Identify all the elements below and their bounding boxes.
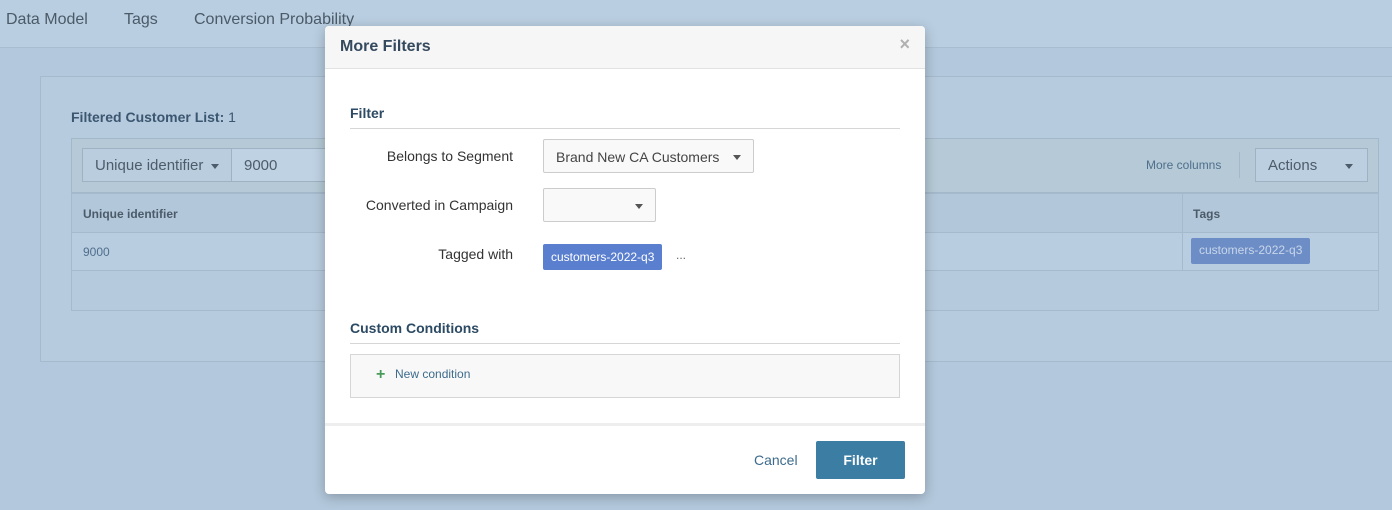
field-value-input[interactable]: 9000 xyxy=(231,148,331,182)
more-columns-link[interactable]: More columns xyxy=(1146,158,1221,172)
chevron-down-icon xyxy=(1345,164,1353,169)
column-header-id[interactable]: Unique identifier xyxy=(83,207,178,221)
toolbar-divider xyxy=(1239,152,1240,178)
filter-section-title: Filter xyxy=(350,105,385,121)
cancel-button[interactable]: Cancel xyxy=(754,452,798,468)
new-condition-label: New condition xyxy=(395,367,471,381)
chevron-down-icon xyxy=(635,204,643,209)
column-divider xyxy=(1182,194,1183,271)
nav-data-model[interactable]: Data Model xyxy=(6,11,88,29)
tag-chip[interactable]: customers-2022-q3 xyxy=(543,244,663,270)
tagged-label: Tagged with xyxy=(438,246,513,262)
section-divider xyxy=(350,128,900,129)
segment-label: Belongs to Segment xyxy=(386,148,513,164)
modal-title: More Filters xyxy=(340,38,431,55)
actions-label: Actions xyxy=(1268,157,1318,174)
list-title: Filtered Customer List: 1 xyxy=(71,109,236,125)
nav-tags[interactable]: Tags xyxy=(124,11,158,29)
filter-button[interactable]: Filter xyxy=(816,441,905,479)
chevron-down-icon xyxy=(211,164,219,169)
modal-header: More Filters × xyxy=(325,26,925,69)
close-icon[interactable]: × xyxy=(899,35,910,53)
custom-conditions-title: Custom Conditions xyxy=(350,320,480,336)
plus-icon: + xyxy=(376,366,386,383)
segment-dropdown[interactable]: Brand New CA Customers xyxy=(543,139,754,173)
field-select-value: Unique identifier xyxy=(95,157,204,174)
column-header-tags[interactable]: Tags xyxy=(1193,207,1220,221)
chevron-down-icon xyxy=(733,155,741,160)
list-count: 1 xyxy=(228,109,236,125)
section-divider xyxy=(350,343,900,344)
field-select[interactable]: Unique identifier xyxy=(82,148,232,182)
modal-footer: Cancel Filter xyxy=(325,423,925,494)
campaign-dropdown[interactable] xyxy=(543,188,656,222)
more-tags-ellipsis[interactable]: ... xyxy=(676,248,686,262)
cell-tag[interactable]: customers-2022-q3 xyxy=(1191,238,1311,264)
actions-button[interactable]: Actions xyxy=(1255,148,1368,182)
new-condition-button[interactable]: + New condition xyxy=(376,366,471,383)
cell-id[interactable]: 9000 xyxy=(83,245,110,259)
list-title-label: Filtered Customer List: xyxy=(71,109,225,125)
more-filters-modal: More Filters × Filter Belongs to Segment… xyxy=(325,26,925,494)
campaign-label: Converted in Campaign xyxy=(365,197,513,213)
segment-value: Brand New CA Customers xyxy=(556,149,720,165)
conditions-container: + New condition xyxy=(350,354,900,398)
